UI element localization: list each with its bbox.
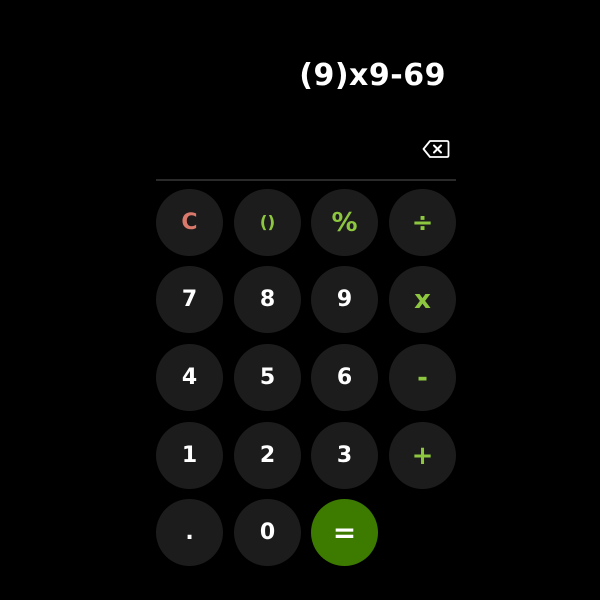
digit-6-button[interactable]: 6	[311, 344, 378, 411]
multiply-button[interactable]: x	[389, 266, 456, 333]
digit-7-button[interactable]: 7	[156, 266, 223, 333]
backspace-icon	[422, 140, 450, 158]
calculator-app: (9)x9-69 C () % ÷ 7 8 9 x 4 5 6 - 1 2 3 …	[0, 0, 600, 600]
digit-2-button[interactable]: 2	[234, 422, 301, 489]
expression-display: (9)x9-69	[299, 58, 446, 93]
digit-3-button[interactable]: 3	[311, 422, 378, 489]
decimal-button[interactable]: .	[156, 499, 223, 566]
clear-button[interactable]: C	[156, 189, 223, 256]
percent-button[interactable]: %	[311, 189, 378, 256]
divide-button[interactable]: ÷	[389, 189, 456, 256]
backspace-button[interactable]	[422, 139, 450, 159]
digit-8-button[interactable]: 8	[234, 266, 301, 333]
digit-5-button[interactable]: 5	[234, 344, 301, 411]
plus-button[interactable]: +	[389, 422, 456, 489]
digit-4-button[interactable]: 4	[156, 344, 223, 411]
parentheses-button[interactable]: ()	[234, 189, 301, 256]
minus-button[interactable]: -	[389, 344, 456, 411]
display-divider	[156, 179, 456, 181]
digit-9-button[interactable]: 9	[311, 266, 378, 333]
equals-button[interactable]: =	[311, 499, 378, 566]
digit-0-button[interactable]: 0	[234, 499, 301, 566]
digit-1-button[interactable]: 1	[156, 422, 223, 489]
